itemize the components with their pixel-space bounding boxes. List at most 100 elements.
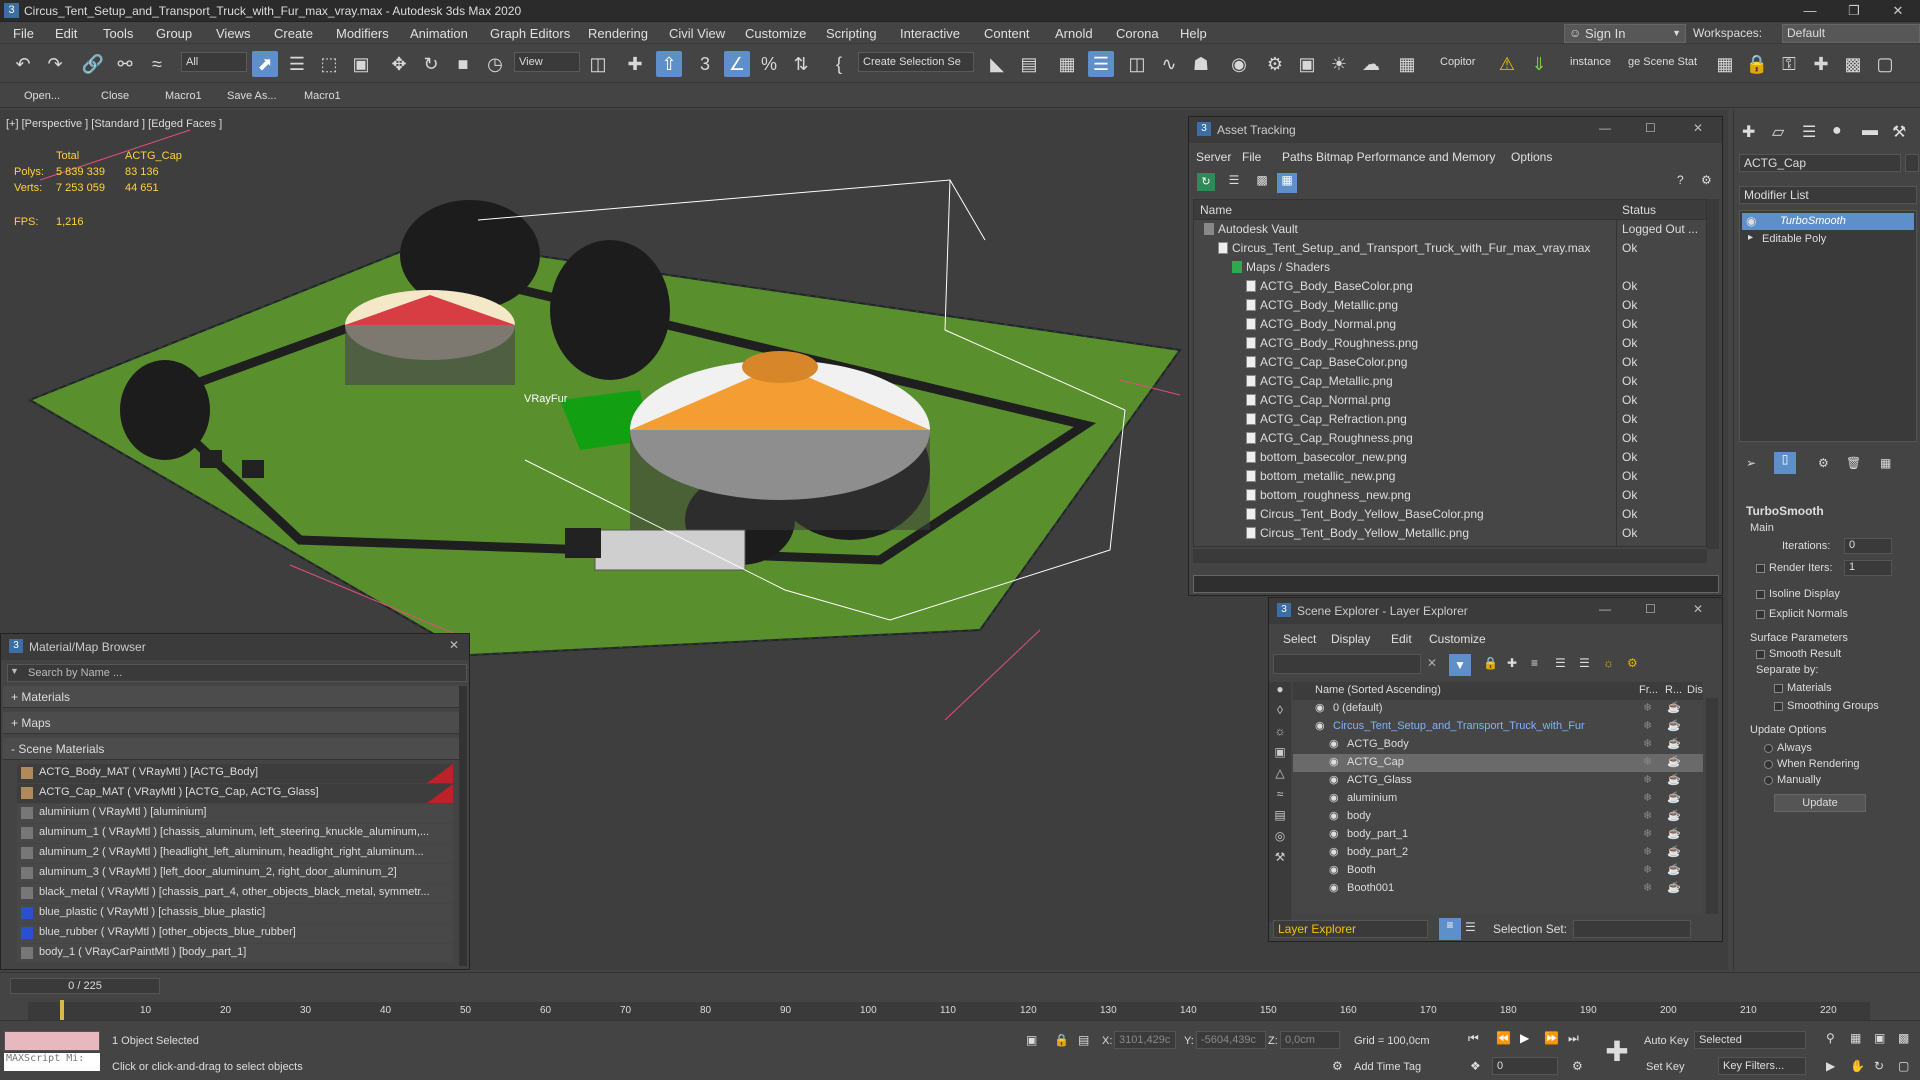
x-coordinate-field[interactable]: 3101,429c xyxy=(1114,1031,1176,1049)
material-item[interactable]: blue_plastic ( VRayMtl ) [chassis_blue_p… xyxy=(17,904,453,923)
vertical-scrollbar[interactable] xyxy=(459,686,467,966)
redo-icon[interactable]: ↷ xyxy=(42,51,68,77)
layer-row[interactable]: ◉ Circus_Tent_Setup_and_Transport_Truck_w… xyxy=(1293,718,1703,736)
absolute-mode-icon[interactable]: ▤ xyxy=(1078,1033,1089,1047)
layer-explorer-icon[interactable]: ☰ xyxy=(1088,51,1114,77)
eye-icon[interactable]: ◉ xyxy=(1329,881,1339,894)
close-button[interactable]: ✕ xyxy=(449,638,459,652)
vertical-scrollbar[interactable] xyxy=(1707,199,1719,549)
scene-search-input[interactable] xyxy=(1273,654,1421,674)
material-item[interactable]: ACTG_Cap_MAT ( VRayMtl ) [ACTG_Cap, ACTG… xyxy=(17,784,453,803)
modify-tab-icon[interactable]: ▱ xyxy=(1772,122,1784,142)
hierarchy-icon[interactable]: ☰ xyxy=(1555,656,1566,670)
close-button[interactable]: ✕ xyxy=(1693,121,1703,135)
previous-frame-icon[interactable]: ⏪ xyxy=(1496,1031,1511,1045)
smoothing-groups-checkbox[interactable]: Smoothing Groups xyxy=(1774,700,1879,712)
renderable-icon[interactable]: ☕ xyxy=(1667,719,1681,732)
material-item[interactable]: blue_rubber ( VRayMtl ) [other_objects_b… xyxy=(17,924,453,943)
material-item[interactable]: aluminum_2 ( VRayMtl ) [headlight_left_a… xyxy=(17,844,453,863)
scene-stat-label[interactable]: ge Scene Stat xyxy=(1628,56,1697,68)
asset-row[interactable]: bottom_basecolor_new.png Ok xyxy=(1194,448,1706,467)
helper-filter-icon[interactable]: △ xyxy=(1269,766,1291,787)
keyboard-shortcut-override-icon[interactable]: ⇧ xyxy=(656,51,682,77)
key-mode-icon[interactable]: ❖ xyxy=(1470,1059,1481,1073)
selection-set-dropdown[interactable] xyxy=(1573,920,1691,938)
shelf-macro1-b[interactable]: Macro1 xyxy=(304,90,341,102)
sign-in-dropdown[interactable]: ☺ Sign In ▼ xyxy=(1564,24,1686,43)
instance-label[interactable]: instance xyxy=(1570,56,1611,68)
material-search-input[interactable]: ▼ Search by Name ... xyxy=(7,664,467,682)
layer-row[interactable]: ◉ Booth001 ❄ ☕ xyxy=(1293,880,1703,898)
menu-arnold[interactable]: Arnold xyxy=(1055,26,1093,41)
renderable-icon[interactable]: ☕ xyxy=(1667,827,1681,840)
align-icon[interactable]: ▤ xyxy=(1016,51,1042,77)
asset-row[interactable]: ACTG_Cap_Refraction.png Ok xyxy=(1194,410,1706,429)
renderable-icon[interactable]: ☕ xyxy=(1667,881,1681,894)
freeze-icon[interactable]: ❄ xyxy=(1643,845,1652,858)
maximize-button[interactable]: ☐ xyxy=(1645,121,1656,135)
menu-server[interactable]: Server xyxy=(1196,150,1231,164)
material-item[interactable]: black_metal ( VRayMtl ) [chassis_part_4,… xyxy=(17,884,453,903)
z-coordinate-field[interactable]: 0,0cm xyxy=(1280,1031,1340,1049)
time-tag-icon[interactable]: ⚙ xyxy=(1332,1059,1343,1073)
menu-edit[interactable]: Edit xyxy=(55,26,77,41)
clear-search-icon[interactable]: ✕ xyxy=(1427,656,1437,670)
menu-options[interactable]: Options xyxy=(1511,150,1552,164)
asset-row[interactable]: Circus_Tent_Body_Yellow_Metallic.png Ok xyxy=(1194,524,1706,543)
menu-help[interactable]: Help xyxy=(1180,26,1207,41)
camera-filter-icon[interactable]: ▣ xyxy=(1269,745,1291,766)
light-icon[interactable]: ☼ xyxy=(1603,656,1614,670)
menu-scripting[interactable]: Scripting xyxy=(826,26,877,41)
menu-create[interactable]: Create xyxy=(274,26,313,41)
pivot-center-icon[interactable]: ◫ xyxy=(585,51,611,77)
freeze-icon[interactable]: ❄ xyxy=(1643,755,1652,768)
freeze-icon[interactable]: ❄ xyxy=(1643,827,1652,840)
geometry-filter-icon[interactable]: ● xyxy=(1269,682,1291,703)
freeze-icon[interactable]: ❄ xyxy=(1643,791,1652,804)
percent-snap-icon[interactable]: % xyxy=(756,51,782,77)
menu-customize[interactable]: Customize xyxy=(1429,632,1486,646)
layer-row[interactable]: ◉ body_part_2 ❄ ☕ xyxy=(1293,844,1703,862)
window-crossing-icon[interactable]: ▣ xyxy=(348,51,374,77)
unlink-icon[interactable]: ⚯ xyxy=(112,51,138,77)
renderable-icon[interactable]: ☕ xyxy=(1667,755,1681,768)
material-editor-icon[interactable]: ◉ xyxy=(1226,51,1252,77)
maximize-button[interactable]: ☐ xyxy=(1645,602,1656,616)
eye-icon[interactable]: ◉ xyxy=(1746,214,1756,228)
menu-civil-view[interactable]: Civil View xyxy=(669,26,725,41)
asset-row[interactable]: Circus_Tent_Body_Yellow_BaseColor.png Ok xyxy=(1194,505,1706,524)
vertical-scrollbar[interactable] xyxy=(1706,698,1718,914)
iterations-spinner[interactable]: 0 xyxy=(1844,538,1892,554)
layer-row[interactable]: ◉ body_part_1 ❄ ☕ xyxy=(1293,826,1703,844)
expand-icon[interactable]: ▸ xyxy=(1748,232,1753,243)
make-unique-icon[interactable]: ⚙ xyxy=(1818,456,1829,470)
bone-filter-icon[interactable]: ⚒ xyxy=(1269,850,1291,871)
hierarchy-tab-icon[interactable]: ☰ xyxy=(1802,122,1816,142)
layers-icon[interactable]: ≡ xyxy=(1531,656,1538,670)
thumbnail-view-icon[interactable]: ▩ xyxy=(1253,173,1271,191)
freeze-icon[interactable]: ❄ xyxy=(1643,863,1652,876)
asset-path-field[interactable] xyxy=(1193,575,1719,593)
y-coordinate-field[interactable]: -5604,439c xyxy=(1196,1031,1266,1049)
close-button[interactable]: ✕ xyxy=(1876,0,1920,22)
select-manipulate-icon[interactable]: ✚ xyxy=(622,51,648,77)
freeze-icon[interactable]: ❄ xyxy=(1643,881,1652,894)
menu-rendering[interactable]: Rendering xyxy=(588,26,648,41)
viewport-label[interactable]: [+] [Perspective ] [Standard ] [Edged Fa… xyxy=(6,118,222,130)
materials-checkbox[interactable]: Materials xyxy=(1774,682,1832,694)
stack-item-turbosmooth[interactable]: ◉ TurboSmooth xyxy=(1742,213,1914,230)
next-frame-icon[interactable]: ⏩ xyxy=(1544,1031,1559,1045)
object-color-swatch[interactable] xyxy=(1905,154,1919,172)
renderable-icon[interactable]: ☕ xyxy=(1667,809,1681,822)
renderable-icon[interactable]: ☕ xyxy=(1667,791,1681,804)
xref-filter-icon[interactable]: ◎ xyxy=(1269,829,1291,850)
add-icon[interactable]: ✚ xyxy=(1808,51,1834,77)
lock-icon[interactable]: 🔒 xyxy=(1744,51,1770,77)
isolate-icon[interactable]: ▣ xyxy=(1026,1033,1037,1047)
render-iters-checkbox[interactable]: Render Iters: xyxy=(1756,562,1833,574)
layer-row[interactable]: ◉ ACTG_Cap ❄ ☕ xyxy=(1293,754,1703,772)
rollout-title[interactable]: TurboSmooth xyxy=(1746,504,1824,518)
zoom-extents-all-icon[interactable]: ▩ xyxy=(1898,1031,1909,1045)
asset-row[interactable]: ACTG_Cap_Normal.png Ok xyxy=(1194,391,1706,410)
stack-icon[interactable]: ☰ xyxy=(1579,656,1590,670)
